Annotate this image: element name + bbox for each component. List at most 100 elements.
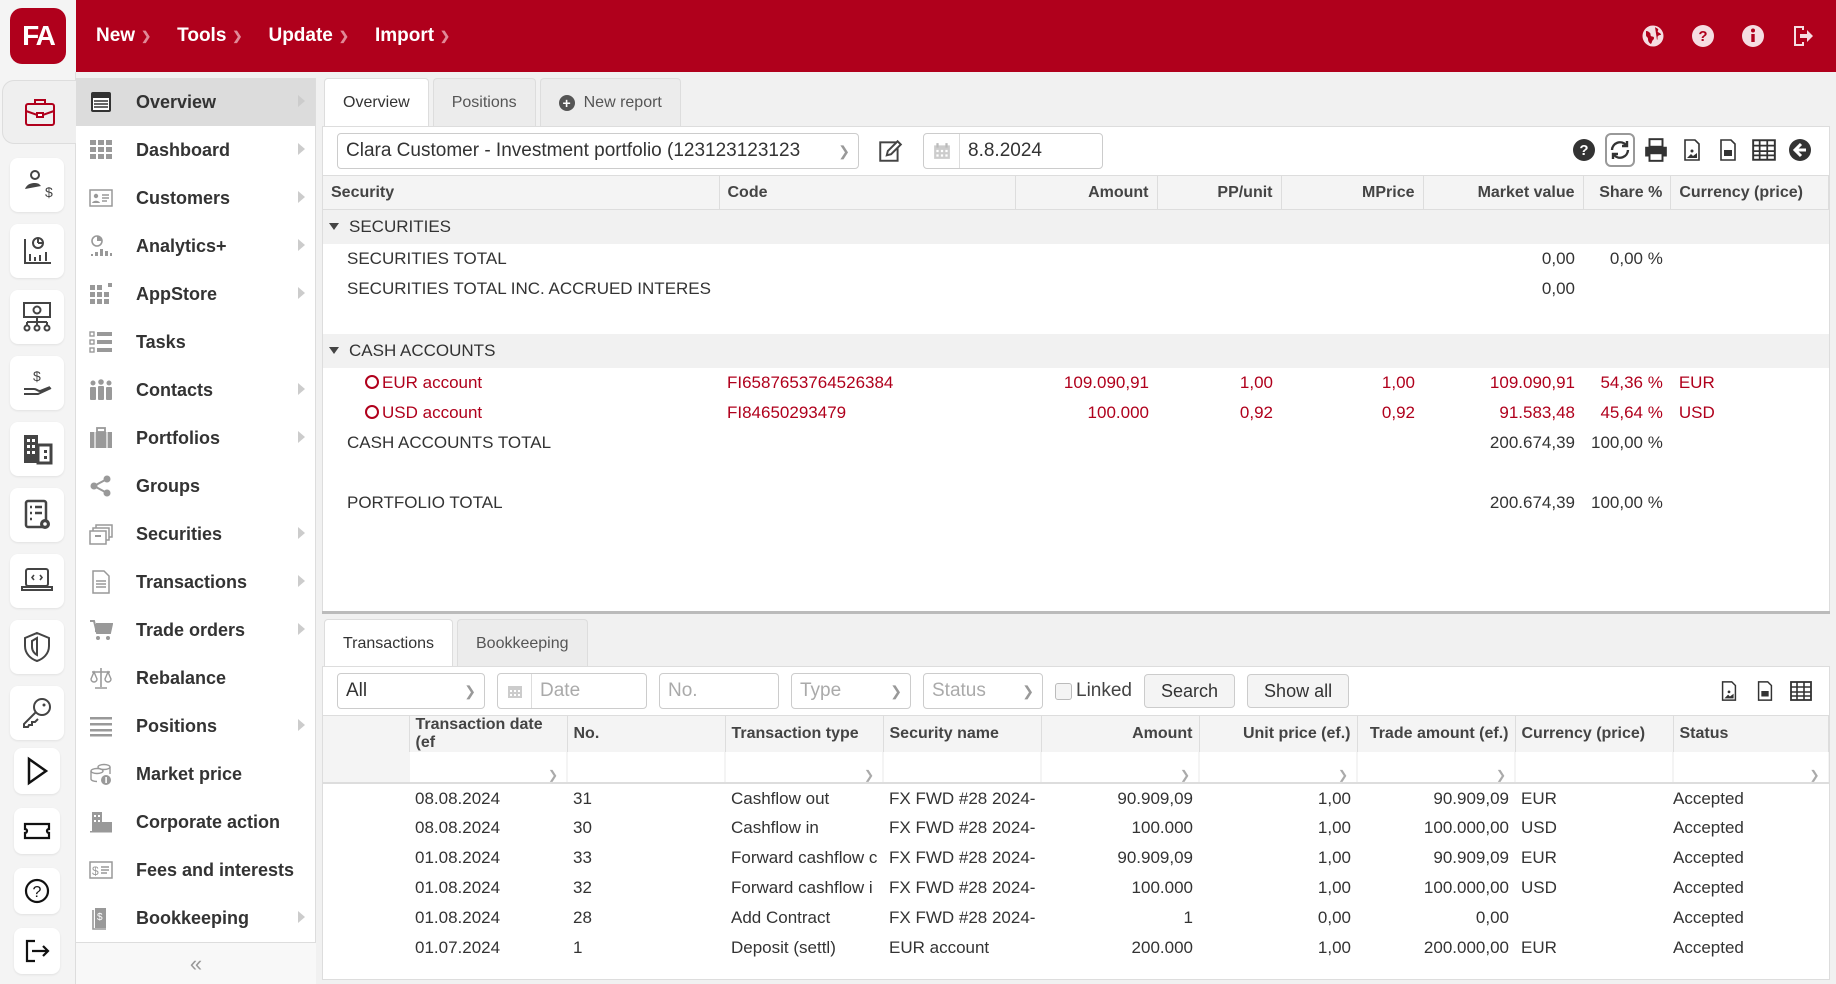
col-transaction-type[interactable]: Transaction type: [725, 715, 884, 752]
col-amount[interactable]: Amount: [1041, 715, 1200, 752]
expand-triangle-icon[interactable]: [329, 346, 339, 354]
sidebar-item-market-price[interactable]: Market price: [76, 750, 315, 798]
filter-type[interactable]: ❯: [725, 752, 883, 784]
col-number[interactable]: No.: [567, 715, 726, 752]
pdf-export-icon[interactable]: [1677, 133, 1707, 167]
filter-number[interactable]: [567, 752, 725, 784]
rail-help[interactable]: ?: [14, 868, 60, 914]
col-code[interactable]: Code: [719, 175, 1016, 210]
sidebar-item-positions[interactable]: Positions: [76, 702, 315, 750]
col-pp-unit[interactable]: PP/unit: [1157, 175, 1282, 210]
filter-amount[interactable]: ❯: [1041, 752, 1199, 784]
col-mprice[interactable]: MPrice: [1281, 175, 1424, 210]
back-arrow-icon[interactable]: [1785, 133, 1815, 167]
col-transaction-date[interactable]: Transaction date (ef: [409, 715, 568, 752]
sidebar-item-contacts[interactable]: Contacts: [76, 366, 315, 414]
sidebar-item-dashboard[interactable]: Dashboard: [76, 126, 315, 174]
group-row[interactable]: SECURITIES: [323, 209, 1829, 244]
col-security[interactable]: Security: [323, 175, 720, 210]
rail-analytics[interactable]: [10, 224, 64, 278]
rail-cash-hierarchy[interactable]: [10, 290, 64, 344]
fa-logo[interactable]: FA: [10, 8, 66, 64]
transaction-row[interactable]: 08.08.2024 30 Cashflow in FX FWD #28 2024- 1…: [323, 813, 1829, 843]
checkbox-box[interactable]: [1055, 682, 1072, 700]
sidebar-item-groups[interactable]: Groups: [76, 462, 315, 510]
col-security-name[interactable]: Security name: [883, 715, 1042, 752]
globe-icon[interactable]: [1640, 23, 1666, 49]
rail-shield[interactable]: [10, 620, 64, 674]
filter-status[interactable]: ❯: [1673, 752, 1829, 784]
rail-play[interactable]: [14, 748, 60, 794]
transaction-row[interactable]: 01.08.2024 28 Add Contract FX FWD #28 2024-…: [323, 903, 1829, 933]
info-icon[interactable]: [1740, 23, 1766, 49]
csv-export-icon[interactable]: [1751, 675, 1779, 707]
col-unit-price[interactable]: Unit price (ef.): [1199, 715, 1358, 752]
filter-currency[interactable]: [1515, 752, 1673, 784]
col-trade-amount[interactable]: Trade amount (ef.): [1357, 715, 1516, 752]
transaction-row[interactable]: 01.08.2024 33 Forward cashflow c FX FWD #28…: [323, 843, 1829, 873]
calendar-icon[interactable]: [498, 674, 532, 708]
position-row[interactable]: USD account FI84650293479 100.000 0,92 0,92 9…: [323, 398, 1829, 428]
scope-select[interactable]: All ❯: [337, 673, 485, 709]
sidebar-item-overview[interactable]: Overview: [76, 78, 315, 126]
col-status[interactable]: Status: [1673, 715, 1829, 752]
transaction-row[interactable]: 01.07.2024 1 Deposit (settl) EUR account 200…: [323, 933, 1829, 963]
menu-import[interactable]: Import ❯: [375, 25, 450, 47]
sidebar-item-fees-and-interests[interactable]: $ Fees and interests: [76, 846, 315, 894]
sidebar-item-corporate-action[interactable]: Corporate action: [76, 798, 315, 846]
menu-new[interactable]: New ❯: [96, 25, 151, 47]
menu-tools[interactable]: Tools ❯: [177, 25, 242, 47]
position-row[interactable]: EUR account FI6587653764526384 109.090,91 1…: [323, 368, 1829, 398]
rail-client-money[interactable]: $: [10, 158, 64, 212]
help-icon[interactable]: ?: [1569, 133, 1599, 167]
col-share[interactable]: Share %: [1583, 175, 1672, 210]
col-currency-price[interactable]: Currency (price): [1515, 715, 1674, 752]
sidebar-item-appstore[interactable]: AppStore: [76, 270, 315, 318]
date-filter-input[interactable]: Date: [497, 673, 647, 709]
search-button[interactable]: Search: [1144, 674, 1236, 708]
tab-overview[interactable]: Overview: [324, 78, 429, 127]
rail-code-laptop[interactable]: [10, 554, 64, 608]
sidebar-item-portfolios[interactable]: Portfolios: [76, 414, 315, 462]
logout-icon[interactable]: [1790, 23, 1816, 49]
expand-triangle-icon[interactable]: [329, 222, 339, 230]
tab-bookkeeping[interactable]: Bookkeeping: [457, 619, 588, 667]
date-field[interactable]: 8.8.2024: [923, 133, 1103, 169]
pane-splitter[interactable]: [322, 611, 1830, 614]
help-icon[interactable]: ?: [1690, 23, 1716, 49]
linked-checkbox[interactable]: Linked: [1055, 680, 1132, 702]
transaction-row[interactable]: 08.08.2024 31 Cashflow out FX FWD #28 2024-…: [323, 783, 1829, 813]
sidebar-item-rebalance[interactable]: Rebalance: [76, 654, 315, 702]
csv-export-icon[interactable]: [1713, 133, 1743, 167]
pdf-export-icon[interactable]: [1715, 675, 1743, 707]
filter-unit-price[interactable]: ❯: [1199, 752, 1357, 784]
rail-building[interactable]: [10, 422, 64, 476]
tab-new-report[interactable]: + New report: [539, 78, 681, 126]
sidebar-item-trade-orders[interactable]: Trade orders: [76, 606, 315, 654]
sidebar-item-customers[interactable]: Customers: [76, 174, 315, 222]
rail-money-hand[interactable]: $: [10, 356, 64, 410]
sidebar-item-transactions[interactable]: Transactions: [76, 558, 315, 606]
col-amount[interactable]: Amount: [1015, 175, 1158, 210]
group-row[interactable]: CASH ACCOUNTS: [323, 333, 1829, 368]
filter-trade-amount[interactable]: ❯: [1357, 752, 1515, 784]
portfolio-select[interactable]: Clara Customer - Investment portfolio (1…: [337, 133, 859, 169]
rail-key[interactable]: [10, 686, 64, 740]
menu-update[interactable]: Update ❯: [268, 25, 348, 47]
excel-export-icon[interactable]: [1787, 675, 1815, 707]
collapse-sidebar-button[interactable]: «: [76, 942, 316, 984]
rail-settings-list[interactable]: [10, 488, 64, 542]
rail-ticket[interactable]: [14, 808, 60, 854]
sidebar-item-tasks[interactable]: Tasks: [76, 318, 315, 366]
filter-date[interactable]: ❯: [409, 752, 567, 784]
type-select[interactable]: Type ❯: [791, 673, 911, 709]
calendar-icon[interactable]: [924, 134, 960, 168]
tab-transactions[interactable]: Transactions: [324, 619, 453, 668]
sidebar-item-bookkeeping[interactable]: $ Bookkeeping: [76, 894, 315, 942]
sidebar-item-securities[interactable]: Securities: [76, 510, 315, 558]
col-market-value[interactable]: Market value: [1423, 175, 1584, 210]
rail-exit[interactable]: [14, 928, 60, 974]
sidebar-item-analytics[interactable]: Analytics+: [76, 222, 315, 270]
show-all-button[interactable]: Show all: [1247, 674, 1350, 708]
transaction-row[interactable]: 01.08.2024 32 Forward cashflow i FX FWD #28…: [323, 873, 1829, 903]
